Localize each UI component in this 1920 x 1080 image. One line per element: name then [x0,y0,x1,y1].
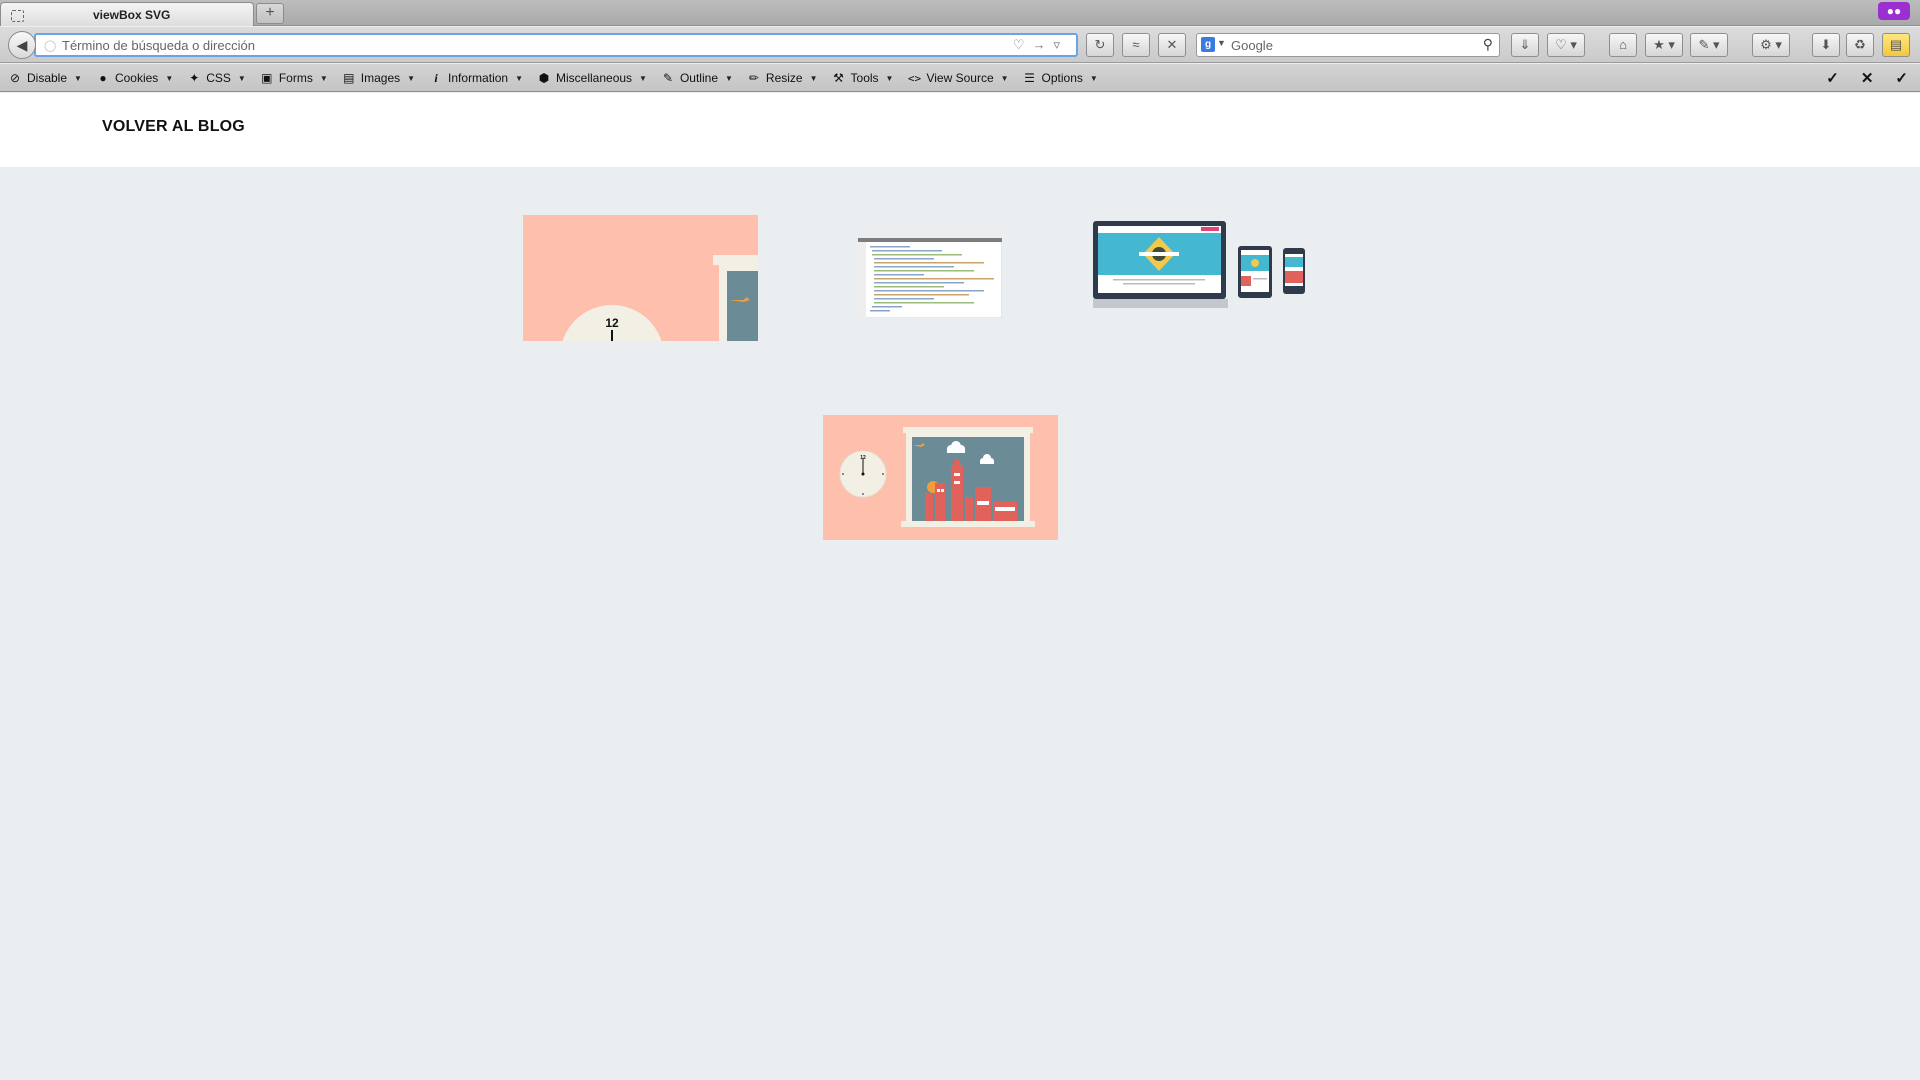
devtoolbar-status: ✓ ✕ ✓ [1804,64,1908,92]
home-icon[interactable]: ⌂ [1609,33,1637,57]
bookmarks-icon[interactable]: ★ ▾ [1645,33,1683,57]
private-mask-icon[interactable]: ●● [1878,2,1910,20]
tab-strip: viewBox SVG + ●● [0,0,1920,26]
menu-forms[interactable]: ▣ Forms ▼ [260,64,328,92]
menu-miscellaneous-label: Miscellaneous [556,71,633,85]
chevron-down-icon: ▼ [515,73,523,83]
rss-icon[interactable]: ≈ [1122,33,1150,57]
menu-miscellaneous[interactable]: ⬢ Miscellaneous ▼ [537,64,647,92]
web-developer-toolbar: ⊘ Disable ▼ ● Cookies ▼ ✦ CSS ▼ ▣ Forms ▼ ▤ Image… [0,64,1920,92]
menu-options[interactable]: ☰ Options ▼ [1023,64,1098,92]
chevron-down-icon: ▼ [885,73,894,83]
menu-information-label: Information [448,71,509,85]
chevron-down-icon: ▼ [74,73,82,83]
chevron-down-icon: ▼ [319,73,328,83]
chevron-down-icon: ▼ [725,73,733,83]
pocket-button[interactable]: ♡ ▾ [1547,33,1585,57]
menu-resize-label: Resize [765,71,803,85]
tab-active[interactable]: viewBox SVG [0,2,254,26]
google-engine-icon[interactable]: g [1201,37,1215,52]
sidebar-panel-icon[interactable]: ▤ [1882,33,1910,57]
devtoolbar-menu: ⊘ Disable ▼ ● Cookies ▼ ✦ CSS ▼ ▣ Forms ▼ ▤ Image… [8,64,1112,92]
menu-disable-label: Disable [27,71,68,85]
search-input[interactable] [1231,36,1471,54]
tab-title: viewBox SVG [93,8,171,22]
info-icon: i [434,70,438,85]
menu-resize[interactable]: ✏ Resize ▼ [747,64,818,92]
page-header: VOLVER AL BLOG [0,93,1920,167]
code-brackets-icon: <> [907,71,922,85]
menu-disable[interactable]: ⊘ Disable ▼ [8,64,82,92]
clock-crop-illustration: 12 [523,215,758,409]
chevron-down-icon: ▼ [639,73,647,83]
menu-cookies-label: Cookies [114,71,159,85]
menu-css-label: CSS [206,71,231,85]
chevron-down-icon: ▼ [1000,73,1009,83]
magic-wand-icon: ✦ [189,71,200,85]
addon-icon[interactable]: ⚙ ▾ [1752,33,1790,57]
navigation-bar: ◯ ♡→▿ ◀ ↻ ≈ ✕ g ▼ ⚲ ⇓ ♡ ▾ ⌂ ★ ▾ ✎ ▾ ⚙ ▾ … [0,27,1920,63]
chevron-down-icon: ▼ [1089,73,1098,83]
history-dropdown-icon[interactable]: ▿ [1053,37,1068,52]
js-error-cross-icon[interactable]: ✕ [1861,69,1874,87]
clipboard-icon: ▣ [261,71,273,85]
image-icon: ▤ [343,71,355,85]
cube-icon: ⬢ [538,71,550,85]
globe-icon: ◯ [44,40,57,52]
new-tab-button[interactable]: + [256,3,284,24]
menu-images-label: Images [360,71,401,85]
eyedropper-icon[interactable]: ✎ ▾ [1690,33,1728,57]
clock-number: 12 [605,316,619,330]
menu-outline[interactable]: ✎ Outline ▼ [661,64,733,92]
pocket-icon[interactable]: ♡ [1013,37,1033,52]
menu-view-source-label: View Source [926,71,994,85]
menu-options-label: Options [1041,71,1083,85]
tab-groups-icon[interactable] [11,10,24,22]
search-icon[interactable]: ⚲ [1483,36,1493,53]
stop-button[interactable]: ✕ [1158,33,1186,57]
download-arrow-icon[interactable]: ⇓ [1511,33,1539,57]
menu-outline-label: Outline [679,71,718,85]
menu-images[interactable]: ▤ Images ▼ [342,64,415,92]
css-valid-check-icon[interactable]: ✓ [1826,69,1839,87]
ruler-icon: ✏ [748,71,759,85]
engine-dropdown-icon[interactable]: ▼ [1217,38,1226,48]
menu-view-source[interactable]: <> View Source ▼ [907,64,1009,92]
go-arrow-icon[interactable]: → [1032,37,1053,52]
devices-illustration [1091,221,1305,308]
chevron-down-icon: ▼ [809,73,818,83]
back-button[interactable]: ◀ [8,31,36,59]
address-input[interactable] [62,36,962,54]
reload-button[interactable]: ↻ [1086,33,1114,57]
menu-tools[interactable]: ⚒ Tools ▼ [832,64,894,92]
html-valid-check-icon[interactable]: ✓ [1895,69,1908,87]
pencil-icon: ✎ [662,71,673,85]
disable-icon: ⊘ [9,71,21,85]
sliders-icon: ☰ [1024,71,1035,85]
back-to-blog-link[interactable]: VOLVER AL BLOG [102,118,245,136]
thumbnail-code-editor[interactable] [857,237,1003,323]
code-editor-illustration [857,237,1003,319]
cookie-person-icon: ● [99,71,107,85]
menu-css[interactable]: ✦ CSS ▼ [187,64,246,92]
menu-cookies[interactable]: ● Cookies ▼ [96,64,173,92]
chevron-down-icon: ▼ [237,73,246,83]
thumbnail-clock-city[interactable]: 12 [823,415,1058,545]
address-bar[interactable]: ◯ ♡→▿ [34,33,1078,57]
menu-forms-label: Forms [278,71,313,85]
thumbnail-clock-cropped[interactable]: 12 [523,215,758,409]
sync-icon[interactable]: ♻ [1846,33,1874,57]
page-content: VOLVER AL BLOG 12 12 [0,93,1920,1080]
chevron-down-icon: ▼ [407,73,416,83]
search-bar[interactable]: g ▼ ⚲ [1196,33,1500,57]
menu-information[interactable]: i Information ▼ [429,64,523,92]
urlbar-actions: ♡→▿ [1013,37,1068,53]
thumbnail-responsive-devices[interactable] [1091,221,1308,318]
menu-tools-label: Tools [850,71,879,85]
clock-city-illustration: 12 [823,415,1058,540]
downloads-icon[interactable]: ⬇ [1812,33,1840,57]
chevron-down-icon: ▼ [165,73,174,83]
wrench-icon: ⚒ [833,71,844,85]
